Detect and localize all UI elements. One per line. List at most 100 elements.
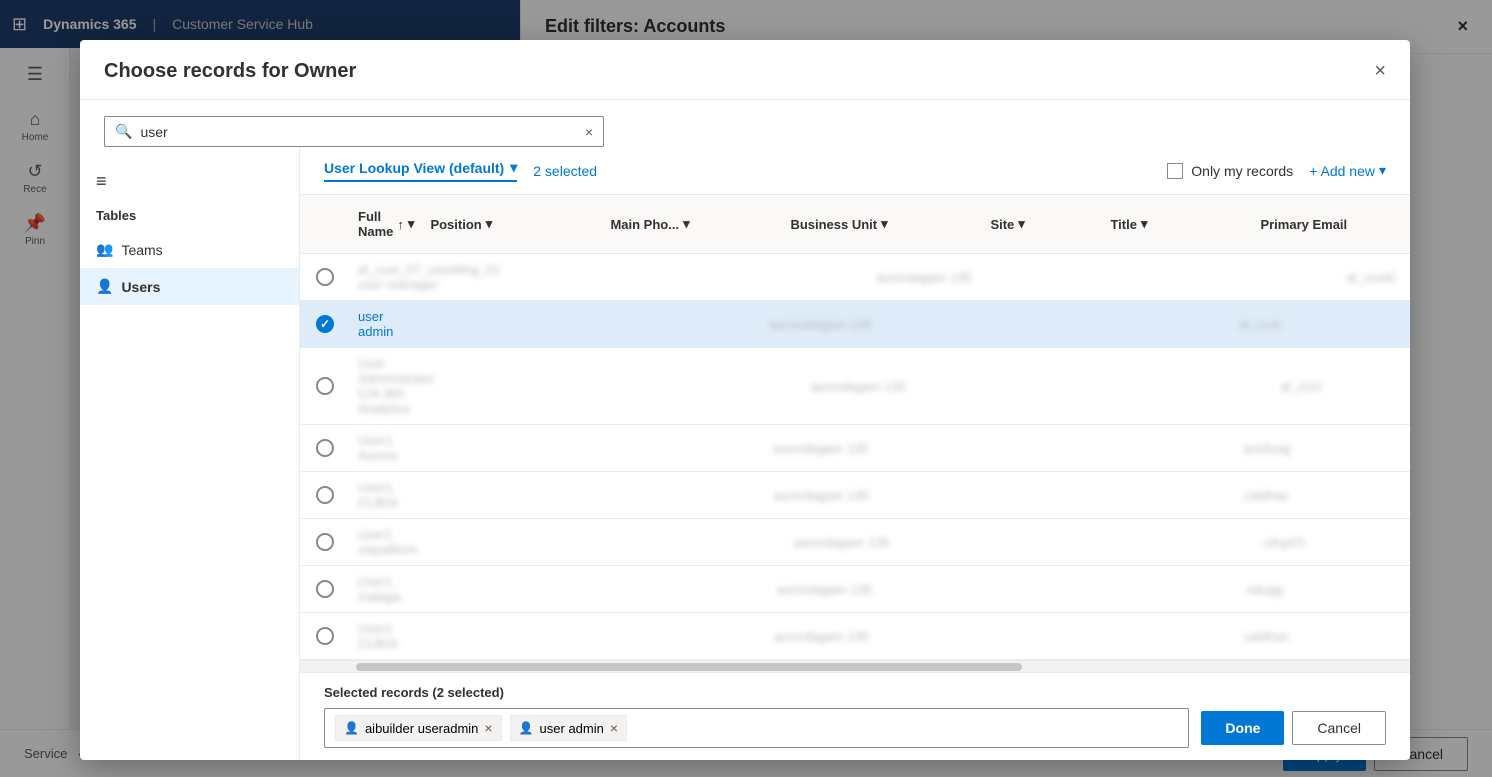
row8-title xyxy=(1086,628,1236,644)
search-bar-wrap: 🔍 × xyxy=(80,100,1410,147)
col-header-select xyxy=(300,203,350,245)
radio-button-row3[interactable] xyxy=(316,377,334,395)
row1-select[interactable] xyxy=(300,260,350,294)
col-header-businessunit[interactable]: Business Unit ▾ xyxy=(782,203,982,245)
row8-phone xyxy=(586,628,766,644)
row5-position xyxy=(406,487,586,503)
row7-title xyxy=(1089,581,1239,597)
row4-phone xyxy=(585,440,765,456)
selected-chips-container: 👤 aibuilder useradmin × 👤 user admin × xyxy=(324,708,1189,748)
modal-hamburger-icon[interactable]: ≡ xyxy=(80,163,299,200)
toolbar-right: Only my records + Add new ▾ xyxy=(1167,162,1386,179)
chevron-down-icon: ▾ xyxy=(510,159,517,176)
row3-site xyxy=(1003,378,1123,394)
row1-site xyxy=(1068,269,1188,285)
row5-select[interactable] xyxy=(300,478,350,512)
search-input[interactable] xyxy=(140,124,584,140)
col-header-site[interactable]: Site ▾ xyxy=(982,203,1102,245)
chevron-down-icon: ▾ xyxy=(683,216,690,232)
row3-email: al_cl10 xyxy=(1273,371,1410,402)
modal-nav-teams-label: Teams xyxy=(121,242,162,258)
row2-title xyxy=(1081,316,1231,332)
chip-useradmin-label: user admin xyxy=(540,721,604,736)
row5-email: caldhas xyxy=(1236,480,1410,511)
row1-title xyxy=(1188,269,1338,285)
radio-button-row6[interactable] xyxy=(316,533,334,551)
selected-records-label: Selected records (2 selected) xyxy=(324,685,1386,700)
only-my-records-wrap: Only my records xyxy=(1167,163,1293,179)
users-icon: 👤 xyxy=(96,278,113,295)
radio-button-row7[interactable] xyxy=(316,580,334,598)
row4-email: aurduag xyxy=(1235,433,1410,464)
selected-count[interactable]: 2 selected xyxy=(533,163,597,179)
scrollbar-thumb[interactable] xyxy=(356,663,1022,671)
row3-select[interactable] xyxy=(300,369,350,403)
col-header-title[interactable]: Title ▾ xyxy=(1102,203,1252,245)
cancel-button[interactable]: Cancel xyxy=(1292,711,1386,745)
row8-site xyxy=(966,628,1086,644)
row8-email: caldhas xyxy=(1236,621,1410,652)
chip-aibuilder: 👤 aibuilder useradmin × xyxy=(335,715,502,741)
col-header-fullname[interactable]: Full Name ↑▾ xyxy=(350,203,422,245)
row4-select[interactable] xyxy=(300,431,350,465)
table-row: User1 Aurora aurordagam 135 aurduag xyxy=(300,425,1410,472)
modal-close-button[interactable]: × xyxy=(1374,60,1386,83)
row8-select[interactable] xyxy=(300,619,350,653)
col-header-phone[interactable]: Main Pho... ▾ xyxy=(602,203,782,245)
row2-businessunit: auroradagam 135 xyxy=(761,309,961,340)
row2-name[interactable]: user admin xyxy=(350,301,401,347)
modal-dialog: Choose records for Owner × 🔍 × ≡ Tables … xyxy=(80,40,1410,760)
horizontal-scrollbar[interactable] xyxy=(300,660,1410,672)
view-selector-label: User Lookup View (default) xyxy=(324,160,504,176)
add-new-label: + Add new xyxy=(1309,163,1375,179)
row6-select[interactable] xyxy=(300,525,350,559)
modal-nav-users[interactable]: 👤 Users xyxy=(80,268,299,305)
row5-site xyxy=(966,487,1086,503)
add-new-button[interactable]: + Add new ▾ xyxy=(1309,162,1386,179)
search-input-container: 🔍 × xyxy=(104,116,604,147)
done-button[interactable]: Done xyxy=(1201,711,1284,745)
modal-nav-teams[interactable]: 👥 Teams xyxy=(80,231,299,268)
row2-select[interactable] xyxy=(300,307,350,341)
search-icon: 🔍 xyxy=(115,123,132,140)
row6-position xyxy=(426,534,606,550)
only-my-records-checkbox[interactable] xyxy=(1167,163,1183,179)
user-admin-link[interactable]: user admin xyxy=(358,309,393,339)
sort-asc-icon: ↑ xyxy=(397,217,404,232)
user-chip-icon-1: 👤 xyxy=(344,721,359,735)
table-row: User1 clayatform aurordagam 135 cihyd7t xyxy=(300,519,1410,566)
row3-phone xyxy=(623,378,803,394)
chip-useradmin-remove[interactable]: × xyxy=(610,720,618,736)
modal-tables-label: Tables xyxy=(80,200,299,231)
row1-name: al_cust_07_userMng_01 user manager xyxy=(350,254,508,300)
row2-position xyxy=(401,316,581,332)
row5-title xyxy=(1086,487,1236,503)
radio-button-row4[interactable] xyxy=(316,439,334,457)
table-header: Full Name ↑▾ Position ▾ Main Pho... ▾ Bu… xyxy=(300,195,1410,254)
row5-businessunit: aurordagam 135 xyxy=(766,480,966,511)
row7-email: ridugg xyxy=(1239,574,1410,605)
modal-title: Choose records for Owner xyxy=(104,60,356,83)
row7-name: User1 malaga xyxy=(350,566,409,612)
row6-businessunit: aurordagam 135 xyxy=(786,527,986,558)
search-clear-icon[interactable]: × xyxy=(585,124,593,140)
col-header-position[interactable]: Position ▾ xyxy=(422,203,602,245)
radio-button-row1[interactable] xyxy=(316,268,334,286)
row3-name: User Administrator CIA 360 Analytics xyxy=(350,348,443,424)
modal-action-buttons: Done Cancel xyxy=(1201,711,1386,745)
row7-select[interactable] xyxy=(300,572,350,606)
selected-records-footer: Selected records (2 selected) 👤 aibuilde… xyxy=(300,672,1410,760)
radio-button-row8[interactable] xyxy=(316,627,334,645)
chevron-down-icon: ▾ xyxy=(1141,216,1148,232)
col-header-email[interactable]: Primary Email xyxy=(1252,203,1410,245)
chevron-down-icon: ▾ xyxy=(1018,216,1025,232)
row3-businessunit: aurordagam 135 xyxy=(803,371,1003,402)
row2-site xyxy=(961,316,1081,332)
row4-site xyxy=(965,440,1085,456)
view-selector[interactable]: User Lookup View (default) ▾ xyxy=(324,159,517,182)
radio-button-row5[interactable] xyxy=(316,486,334,504)
row8-name: User1 CLB04 xyxy=(350,613,406,659)
radio-checked-row2[interactable] xyxy=(316,315,334,333)
user-chip-icon-2: 👤 xyxy=(519,721,534,735)
chip-aibuilder-remove[interactable]: × xyxy=(484,720,492,736)
